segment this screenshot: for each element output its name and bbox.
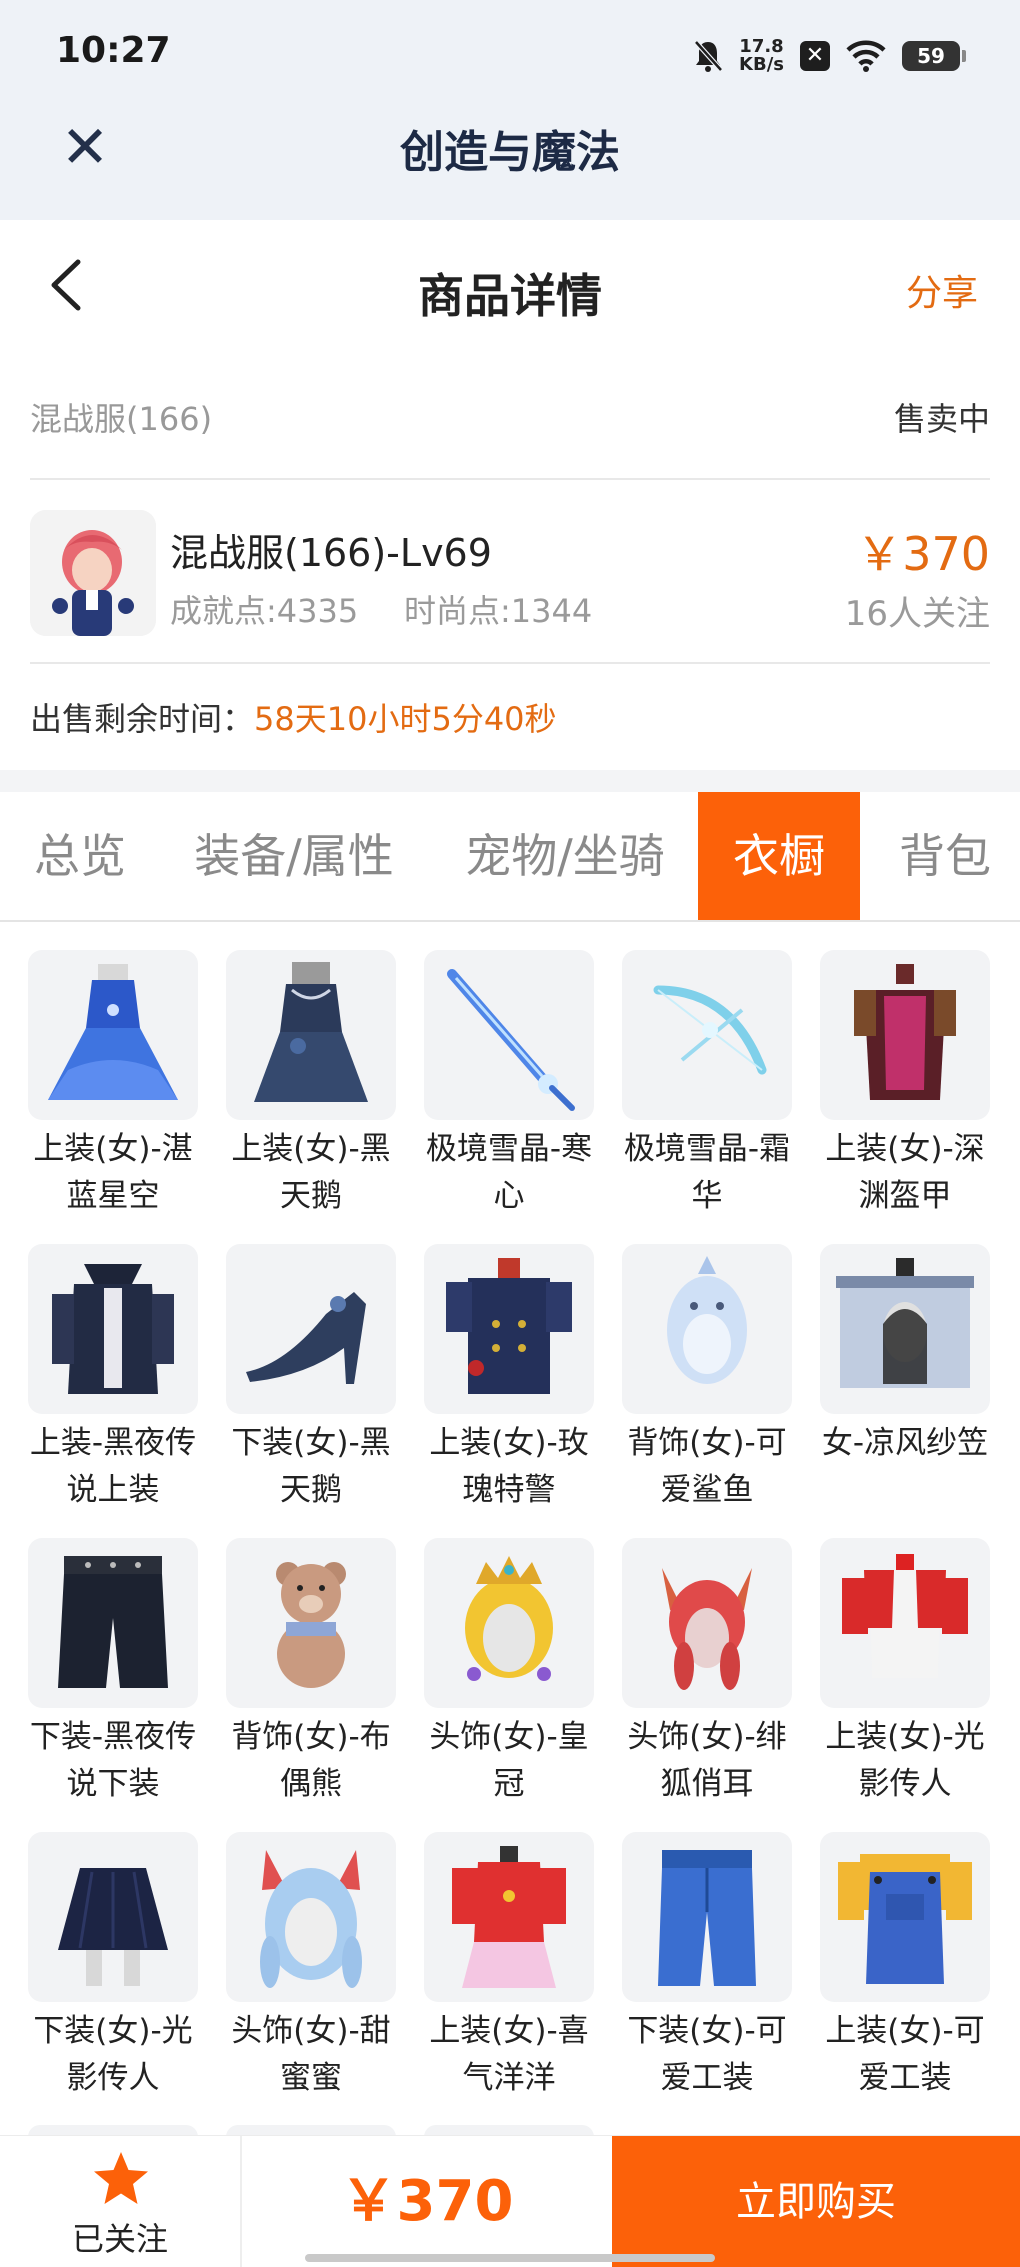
section-divider [0,770,1020,792]
wardrobe-item-name: 极境雪晶-寒心 [425,1131,593,1214]
avatar [30,510,156,636]
wardrobe-item[interactable]: 上装(女)-深渊盔甲 [820,950,990,1220]
follow-label: 已关注 [71,2220,168,2258]
tab-bar: 总览 装备/属性 宠物/坐骑 衣橱 背包 [0,792,1020,922]
server-name: 混战服(166) [30,400,213,438]
fashion-points: 时尚点:1344 [404,592,593,630]
network-speed: 17.8 KB/s [739,36,784,75]
ice-bow-icon [622,950,792,1120]
wardrobe-item[interactable]: 头饰(女)-甜蜜蜜 [226,1832,396,2102]
crown-icon [424,1538,594,1708]
wardrobe-item-name: 下装(女)-黑天鹅 [231,1425,391,1508]
tab-bag[interactable]: 背包 [870,792,1020,920]
remaining-time-value: 58天10小时5分40秒 [254,700,557,738]
wardrobe-item-name: 头饰(女)-甜蜜蜜 [231,2013,391,2096]
high-heel-icon [226,1244,396,1414]
wardrobe-item-name: 上装(女)-喜气洋洋 [429,2013,589,2096]
wardrobe-item-name: 下装-黑夜传说下装 [29,1719,197,1802]
red-jacket-icon [820,1538,990,1708]
wardrobe-item[interactable]: 极境雪晶-寒心 [424,950,594,1220]
wifi-icon [846,40,886,72]
bottom-price: ￥370 [340,2169,514,2234]
tab-pets[interactable]: 宠物/坐骑 [440,792,690,920]
wardrobe-item[interactable]: 下装(女)-可爱工装 [622,1832,792,2102]
star-icon [94,2152,148,2204]
wardrobe-item-name: 女-凉风纱笠 [821,1425,989,1461]
battery-icon: 59 [902,41,966,71]
share-button[interactable]: 分享 [906,264,978,316]
wardrobe-item-name: 下装(女)-可爱工装 [627,2013,787,2096]
night-coat-icon [28,1244,198,1414]
wardrobe-item-name: 上装(女)-可爱工装 [825,2013,985,2096]
shark-backpack-icon [622,1244,792,1414]
wardrobe-item-name: 上装-黑夜传说上装 [29,1425,197,1508]
wardrobe-item[interactable]: 极境雪晶-霜华 [622,950,792,1220]
wardrobe-item-name: 背饰(女)-可爱鲨鱼 [627,1425,787,1508]
page-title: 商品详情 [418,269,602,323]
tab-equipment[interactable]: 装备/属性 [178,792,410,920]
cat-ears-icon [226,1832,396,2002]
wardrobe-item-name: 背饰(女)-布偶熊 [231,1719,391,1802]
wardrobe-item[interactable]: 上装-黑夜传说上装 [28,1244,198,1514]
status-icons: 17.8 KB/s ✕ 59 [693,34,966,78]
wardrobe-item[interactable]: 下装-黑夜传说下装 [28,1538,198,1808]
wardrobe-item[interactable]: 上装(女)-光影传人 [820,1538,990,1808]
app-title: 创造与魔法 [400,127,620,178]
wardrobe-item[interactable]: 下装(女)-光影传人 [28,1832,198,2102]
wardrobe-item-name: 上装(女)-深渊盔甲 [825,1131,985,1214]
listing-price: ￥370 [856,527,990,581]
dark-pants-icon [28,1538,198,1708]
wardrobe-item-name: 头饰(女)-皇冠 [429,1719,589,1802]
follow-button[interactable]: 已关注 [0,2136,242,2267]
wardrobe-item[interactable]: 头饰(女)-绯狐俏耳 [622,1538,792,1808]
remaining-time: 出售剩余时间：58天10小时5分40秒 [30,694,557,740]
x-app-icon: ✕ [800,41,830,71]
pleated-skirt-icon [28,1832,198,2002]
wardrobe-item[interactable]: 上装(女)-喜气洋洋 [424,1832,594,2102]
wardrobe-item-name: 极境雪晶-霜华 [623,1131,791,1214]
wardrobe-item[interactable]: 背饰(女)-可爱鲨鱼 [622,1244,792,1514]
character-name: 混战服(166)-Lv69 [170,531,492,575]
wardrobe-item-name: 上装(女)-光影传人 [825,1719,985,1802]
wardrobe-item-name: 上装(女)-湛蓝星空 [33,1131,193,1214]
wardrobe-item-name: 上装(女)-玫瑰特警 [429,1425,589,1508]
app-header-zone: 10:27 17.8 KB/s ✕ 59 ✕ 创造与魔法 [0,0,1020,220]
character-summary[interactable]: 混战服(166)-Lv69 成就点:4335 时尚点:1344 ￥370 16人… [30,480,990,664]
wardrobe-item-name: 上装(女)-黑天鹅 [231,1131,391,1214]
jeans-icon [622,1832,792,2002]
veil-hat-icon [820,1244,990,1414]
status-time: 10:27 [56,30,171,71]
police-jacket-icon [424,1244,594,1414]
tab-wardrobe[interactable]: 衣橱 [698,792,860,920]
wardrobe-item[interactable]: 头饰(女)-皇冠 [424,1538,594,1808]
home-indicator [305,2254,715,2262]
overalls-icon [820,1832,990,2002]
wardrobe-item-name: 下装(女)-光影传人 [33,2013,193,2096]
wardrobe-item[interactable]: 上装(女)-黑天鹅 [226,950,396,1220]
teddy-bear-icon [226,1538,396,1708]
server-row: 混战服(166) 售卖中 [30,380,990,480]
follower-count: 16人关注 [844,594,990,634]
blue-dress-icon [28,950,198,1120]
bottom-action-bar: 已关注 ￥370 立即购买 [0,2135,1020,2267]
ice-sword-icon [424,950,594,1120]
qipao-icon [424,1832,594,2002]
bell-muted-icon [694,40,723,72]
page-header: 商品详情 分享 [0,220,1020,350]
abyss-armor-icon [820,950,990,1120]
remaining-time-label: 出售剩余时间： [30,700,255,738]
wardrobe-item[interactable]: 上装(女)-玫瑰特警 [424,1244,594,1514]
wardrobe-item-name: 头饰(女)-绯狐俏耳 [627,1719,787,1802]
buy-now-button[interactable]: 立即购买 [612,2136,1020,2267]
tab-overview[interactable]: 总览 [0,792,160,920]
fox-ears-icon [622,1538,792,1708]
sale-status: 售卖中 [893,400,990,438]
wardrobe-item[interactable]: 上装(女)-湛蓝星空 [28,950,198,1220]
wardrobe-item[interactable]: 下装(女)-黑天鹅 [226,1244,396,1514]
wardrobe-item[interactable]: 背饰(女)-布偶熊 [226,1538,396,1808]
wardrobe-item[interactable]: 上装(女)-可爱工装 [820,1832,990,2102]
achievement-points: 成就点:4335 [170,592,359,630]
wardrobe-item[interactable]: 女-凉风纱笠 [820,1244,990,1467]
dark-dress-icon [226,950,396,1120]
